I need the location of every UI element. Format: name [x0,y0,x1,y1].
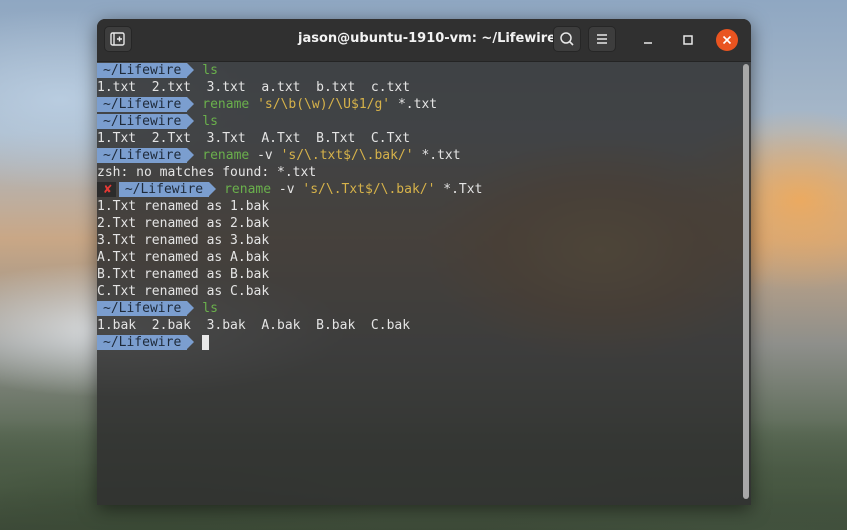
command-argument: *.txt [421,148,461,163]
terminal-output[interactable]: ~/Lifewire ls 1.txt 2.txt 3.txt a.txt b.tx… [97,62,741,505]
terminal-line: A.Txt renamed as A.bak [97,249,741,266]
prompt-directory: ~/Lifewire [97,63,195,78]
terminal-line: 1.txt 2.txt 3.txt a.txt b.txt c.txt [97,79,741,96]
prompt-directory: ~/Lifewire [97,97,195,112]
minimize-icon [644,42,652,44]
prompt-directory: ~/Lifewire [97,114,195,129]
scrollbar[interactable] [743,64,749,499]
output-text: 1.Txt renamed as 1.bak [97,199,270,214]
prompt-directory: ~/Lifewire [97,335,195,350]
command-name: ls [202,301,218,316]
output-text: 1.Txt 2.Txt 3.Txt A.Txt B.Txt C.Txt [97,131,411,146]
command-argument: *.txt [397,97,438,112]
command-name: ls [202,114,218,129]
search-icon [560,32,574,46]
output-text: zsh: no matches found: *.txt [97,165,317,180]
output-text: C.Txt renamed as C.bak [97,284,270,299]
terminal-line: B.Txt renamed as B.bak [97,266,741,283]
output-text: 1.txt 2.txt 3.txt a.txt b.txt c.txt [97,80,411,95]
output-text: 3.Txt renamed as 3.bak [97,233,270,248]
terminal-line: ~/Lifewire ls [97,300,741,317]
window-title: jason@ubuntu-1910-vm: ~/Lifewire [298,31,556,46]
command-name: rename [202,148,250,163]
text-cursor[interactable] [202,335,210,350]
hamburger-menu-icon [597,34,607,44]
prompt-directory: ~/Lifewire [118,182,217,197]
minimize-button[interactable] [637,29,659,51]
command-argument: 's/\.Txt$/\.bak/' [302,182,436,197]
terminal-line: ~/Lifewire ls [97,62,741,79]
output-text: 1.bak 2.bak 3.bak A.bak B.bak C.bak [97,318,411,333]
terminal-line: C.Txt renamed as C.bak [97,283,741,300]
command-argument: -v [257,148,273,163]
titlebar: jason@ubuntu-1910-vm: ~/Lifewire [97,19,751,62]
terminal-line: ✘ ~/Lifewire rename -v 's/\.Txt$/\.bak/' *… [97,181,741,198]
search-button[interactable] [553,26,581,52]
new-tab-button[interactable] [104,26,132,52]
terminal-line: 1.Txt 2.Txt 3.Txt A.Txt B.Txt C.Txt [97,130,741,147]
error-status-icon: ✘ [97,182,116,197]
menu-button[interactable] [588,26,616,52]
prompt-directory: ~/Lifewire [97,301,195,316]
close-button[interactable] [716,29,738,51]
new-tab-icon [110,32,125,46]
output-text: 2.Txt renamed as 2.bak [97,216,270,231]
prompt-directory: ~/Lifewire [97,148,195,163]
terminal-window: jason@ubuntu-1910-vm: ~/Lifewire ~/Lifew… [97,19,751,505]
command-name: rename [202,97,250,112]
terminal-line: 2.Txt renamed as 2.bak [97,215,741,232]
terminal-line: 1.Txt renamed as 1.bak [97,198,741,215]
command-argument: 's/\.txt$/\.bak/' [280,148,414,163]
maximize-icon [683,35,693,45]
terminal-line: 3.Txt renamed as 3.bak [97,232,741,249]
output-text: A.Txt renamed as A.bak [97,250,270,265]
command-argument: -v [278,182,295,197]
terminal-line: 1.bak 2.bak 3.bak A.bak B.bak C.bak [97,317,741,334]
terminal-line: ~/Lifewire rename 's/\b(\w)/\U$1/g' *.txt [97,96,741,113]
output-text: B.Txt renamed as B.bak [97,267,270,282]
close-icon [722,35,732,45]
terminal-line: ~/Lifewire rename -v 's/\.txt$/\.bak/' *.… [97,147,741,164]
command-argument: *.Txt [443,182,483,197]
terminal-line: zsh: no matches found: *.txt [97,164,741,181]
command-name: rename [224,182,272,197]
maximize-button[interactable] [677,29,699,51]
terminal-line: ~/Lifewire [97,334,741,351]
terminal-line: ~/Lifewire ls [97,113,741,130]
command-argument: 's/\b(\w)/\U$1/g' [257,97,391,112]
command-name: ls [202,63,218,78]
